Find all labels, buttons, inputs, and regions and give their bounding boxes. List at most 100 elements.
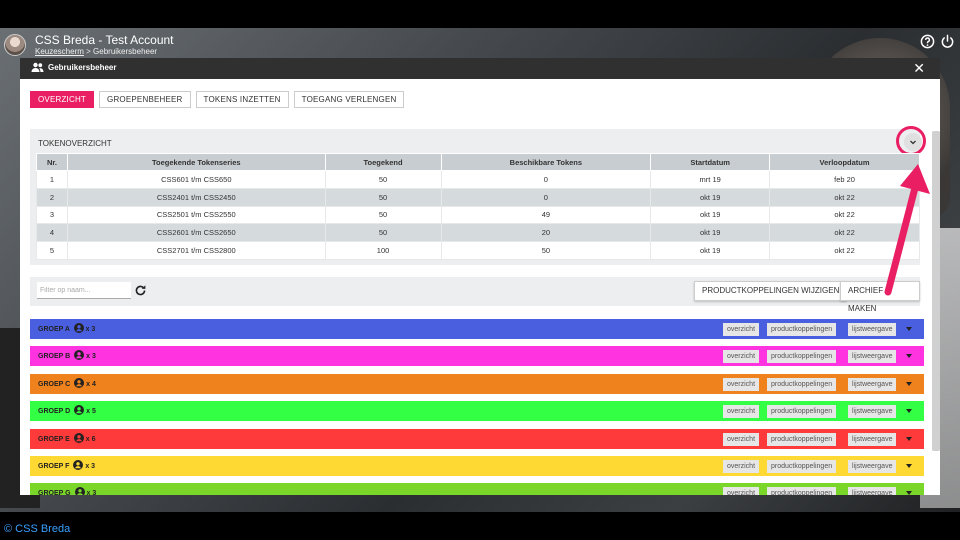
list-view-link[interactable]: lijstweergave: [848, 432, 897, 446]
filter-name-input[interactable]: [37, 282, 131, 299]
refresh-icon[interactable]: [134, 284, 147, 297]
help-icon[interactable]: [920, 34, 935, 49]
group-label: GROEP G x 3: [38, 487, 97, 495]
caret-down-icon[interactable]: [906, 436, 912, 441]
user-management-modal: Gebruikersbeheer ✕ OVERZICHT GROEPENBEHE…: [20, 58, 940, 495]
close-icon[interactable]: ✕: [913, 61, 925, 75]
table-cell: 4: [36, 223, 68, 243]
table-cell: okt 19: [650, 205, 771, 225]
tab-toegang-verlengen[interactable]: TOEGANG VERLENGEN: [293, 91, 405, 108]
person-icon: [73, 460, 84, 470]
column-header: Toegekende Tokenseries: [66, 153, 326, 171]
product-links-link[interactable]: productkoppelingen: [767, 350, 837, 364]
product-links-link[interactable]: productkoppelingen: [767, 432, 837, 446]
scrollbar[interactable]: [932, 131, 940, 451]
group-label: GROEP B x 3: [38, 350, 96, 361]
overview-link[interactable]: overzicht: [723, 377, 760, 391]
table-row: 4 CSS2601 t/m CSS2650 50 20 okt 19 okt 2…: [36, 223, 920, 243]
caret-down-icon[interactable]: [906, 491, 912, 495]
table-cell: CSS2601 t/m CSS2650: [66, 223, 326, 243]
overview-link[interactable]: overzicht: [723, 405, 760, 419]
group-row[interactable]: GROEP B x 3 overzicht productkoppelingen li…: [30, 346, 924, 367]
tab-overzicht[interactable]: OVERZICHT: [30, 91, 95, 108]
overview-link[interactable]: overzicht: [723, 350, 760, 364]
group-label: GROEP A x 3: [38, 323, 95, 333]
list-view-link[interactable]: lijstweergave: [848, 405, 897, 419]
list-view-link[interactable]: lijstweergave: [848, 377, 897, 391]
overview-link[interactable]: overzicht: [723, 487, 760, 495]
collapse-button[interactable]: [904, 133, 922, 151]
caret-down-icon[interactable]: [906, 327, 912, 331]
avatar[interactable]: [4, 34, 26, 56]
table-cell: CSS2401 t/m CSS2450: [66, 187, 326, 207]
breadcrumb-current: > Gebruikersbeheer: [83, 47, 158, 56]
breadcrumb: Keuzescherm > Gebruikersbeheer: [35, 47, 157, 56]
table-cell: 50: [440, 241, 652, 260]
tab-groepenbeheer[interactable]: GROEPENBEHEER: [99, 91, 191, 108]
group-member-count: x 6: [85, 435, 96, 443]
table-cell: CSS601 t/m CSS650: [66, 170, 326, 189]
power-icon[interactable]: [940, 34, 955, 49]
person-icon: [73, 323, 84, 333]
overview-link[interactable]: overzicht: [723, 432, 760, 446]
group-row[interactable]: GROEP F x 3 overzicht productkoppelingen li…: [30, 456, 924, 476]
caret-down-icon[interactable]: [906, 409, 912, 414]
table-cell: 0: [440, 187, 652, 207]
table-cell: mrt 19: [650, 170, 771, 189]
table-cell: 50: [324, 223, 442, 243]
caret-down-icon[interactable]: [906, 354, 912, 359]
group-name: GROEP B: [38, 353, 71, 361]
table-cell: 49: [440, 205, 652, 225]
person-icon: [74, 350, 85, 361]
breadcrumb-link-keuzescherm[interactable]: Keuzescherm: [35, 47, 84, 56]
person-icon: [74, 377, 85, 388]
table-row: 5 CSS2701 t/m CSS2800 100 50 okt 19 okt …: [36, 241, 920, 260]
table-row: 2 CSS2401 t/m CSS2450 50 0 okt 19 okt 22: [36, 187, 920, 207]
group-row[interactable]: GROEP A x 3 overzicht productkoppelingen li…: [30, 319, 924, 339]
token-table: Nr. Toegekende Tokenseries Toegekend Bes…: [36, 153, 920, 260]
group-row[interactable]: GROEP D x 5 overzicht productkoppelingen li…: [30, 401, 924, 422]
table-cell: 100: [324, 241, 442, 260]
app-title: CSS Breda - Test Account: [35, 33, 174, 47]
annotation-arrow: [884, 164, 930, 296]
table-cell: CSS2701 t/m CSS2800: [66, 241, 326, 260]
users-icon: [31, 62, 44, 72]
copyright-footer: © CSS Breda: [4, 523, 71, 535]
product-links-link[interactable]: productkoppelingen: [767, 377, 837, 391]
table-cell: 20: [440, 223, 652, 243]
table-cell: 1: [36, 170, 68, 189]
table-cell: 50: [324, 170, 442, 189]
group-label: GROEP D x 5: [38, 405, 96, 416]
group-member-count: x 3: [86, 490, 97, 495]
tab-tokens-inzetten[interactable]: TOKENS INZETTEN: [195, 91, 289, 108]
overview-link[interactable]: overzicht: [723, 460, 760, 473]
top-bar: CSS Breda - Test Account Keuzescherm > G…: [0, 28, 960, 58]
list-view-link[interactable]: lijstweergave: [848, 460, 897, 473]
overview-link[interactable]: overzicht: [723, 323, 760, 336]
group-label: GROEP F x 3: [38, 460, 95, 470]
table-header-row: Nr. Toegekende Tokenseries Toegekend Bes…: [36, 153, 920, 171]
table-cell: okt 19: [650, 187, 771, 207]
product-links-link[interactable]: productkoppelingen: [767, 460, 837, 473]
list-view-link[interactable]: lijstweergave: [848, 323, 897, 336]
group-label: GROEP C x 4: [38, 377, 96, 388]
group-row[interactable]: GROEP G x 3 overzicht productkoppelingen li…: [30, 483, 924, 495]
token-panel-title: TOKENOVERZICHT: [38, 139, 112, 148]
product-links-link[interactable]: productkoppelingen: [767, 405, 837, 419]
table-cell: okt 19: [650, 223, 771, 243]
table-cell: 5: [36, 241, 68, 260]
caret-down-icon[interactable]: [906, 381, 912, 386]
group-row[interactable]: GROEP E x 6 overzicht productkoppelingen li…: [30, 428, 924, 449]
edit-product-links-button[interactable]: PRODUCTKOPPELINGEN WIJZIGEN: [694, 281, 848, 301]
table-cell: 50: [324, 187, 442, 207]
product-links-link[interactable]: productkoppelingen: [767, 487, 837, 495]
modal-header: Gebruikersbeheer ✕: [20, 58, 940, 79]
table-cell: okt 19: [650, 241, 771, 260]
list-view-link[interactable]: lijstweergave: [848, 350, 897, 364]
group-row[interactable]: GROEP C x 4 overzicht productkoppelingen li…: [30, 373, 924, 394]
product-links-link[interactable]: productkoppelingen: [767, 323, 837, 336]
caret-down-icon[interactable]: [906, 464, 912, 468]
list-view-link[interactable]: lijstweergave: [848, 487, 897, 495]
group-member-count: x 3: [86, 353, 96, 361]
table-cell: 3: [36, 205, 68, 225]
